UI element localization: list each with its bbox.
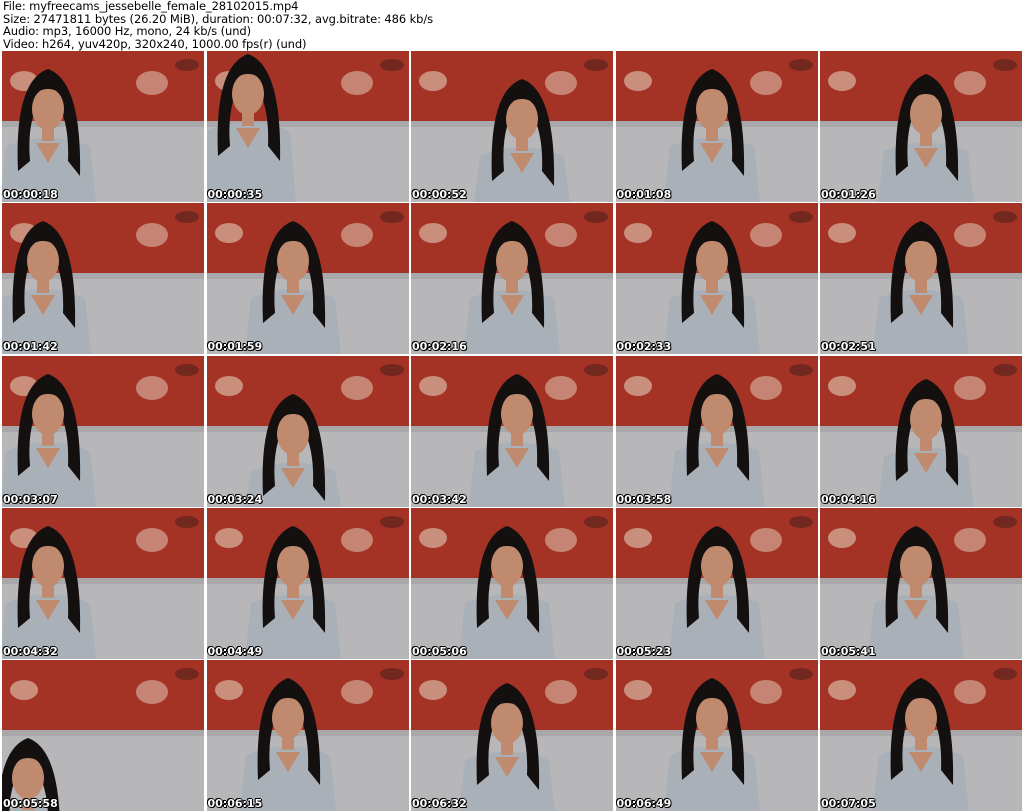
frame-image: [411, 507, 613, 659]
frame-timestamp: 00:01:26: [821, 188, 876, 201]
frame-image: [206, 507, 409, 659]
frame-timestamp: 00:01:08: [616, 188, 672, 201]
frame-image: [820, 660, 1022, 811]
frame-timestamp: 00:00:18: [3, 188, 58, 201]
frame-image: [411, 660, 613, 811]
video-frame-thumbnail: 00:05:41: [820, 507, 1022, 659]
frame-image: [2, 507, 204, 659]
video-frame-thumbnail: 00:05:06: [411, 507, 613, 659]
frame-image: [206, 660, 409, 811]
video-frame-thumbnail: 00:02:51: [820, 203, 1022, 355]
video-frame-thumbnail: 00:02:33: [615, 203, 818, 355]
frame-image: [615, 660, 818, 811]
video-frame-thumbnail: 00:01:42: [2, 203, 204, 355]
video-frame-thumbnail: 00:03:58: [615, 355, 818, 507]
video-frame-thumbnail: 00:02:16: [411, 203, 613, 355]
video-frame-thumbnail: 00:05:58: [2, 660, 204, 811]
frame-image: [206, 203, 409, 355]
frame-image: [411, 51, 613, 202]
frame-timestamp: 00:05:23: [616, 644, 672, 658]
frame-image: [820, 355, 1022, 507]
frame-timestamp: 00:06:49: [616, 797, 672, 810]
frame-timestamp: 00:03:07: [3, 492, 58, 506]
file-info-header: File: myfreecams_jessebelle_female_28102…: [3, 0, 433, 50]
video-frame-thumbnail: 00:01:59: [206, 203, 409, 355]
frame-image: [2, 51, 204, 202]
frame-image: [615, 507, 818, 659]
video-frame-thumbnail: 00:04:16: [820, 355, 1022, 507]
frame-image: [2, 355, 204, 507]
frame-timestamp: 00:05:06: [412, 644, 467, 658]
frame-timestamp: 00:01:59: [207, 340, 263, 354]
frame-timestamp: 00:03:58: [616, 492, 672, 506]
video-frame-thumbnail: 00:00:52: [411, 51, 613, 202]
frame-timestamp: 00:05:58: [3, 797, 58, 810]
video-frame-thumbnail: 00:04:49: [206, 507, 409, 659]
frame-image: [411, 203, 613, 355]
frame-timestamp: 00:04:16: [821, 492, 876, 506]
video-info-line: Video: h264, yuv420p, 320x240, 1000.00 f…: [3, 36, 307, 51]
video-frame-thumbnail: 00:00:18: [2, 51, 204, 202]
frame-image: [411, 355, 613, 507]
frame-timestamp: 00:05:41: [821, 644, 876, 658]
video-frame-thumbnail: 00:06:32: [411, 660, 613, 811]
video-frame-thumbnail: 00:00:35: [206, 51, 409, 202]
video-frame-thumbnail: 00:04:32: [2, 507, 204, 659]
video-frame-thumbnail: 00:01:08: [615, 51, 818, 202]
video-frame-thumbnail: 00:05:23: [615, 507, 818, 659]
video-frame-thumbnail: 00:03:07: [2, 355, 204, 507]
frame-image: [820, 51, 1022, 202]
file-name-line: File: myfreecams_jessebelle_female_28102…: [3, 0, 299, 13]
video-frame-thumbnail: 00:01:26: [820, 51, 1022, 202]
frame-image: [615, 203, 818, 355]
frame-timestamp: 00:03:42: [412, 492, 467, 506]
frame-image: [615, 51, 818, 202]
frame-timestamp: 00:07:05: [821, 797, 876, 810]
frame-timestamp: 00:02:33: [616, 340, 672, 354]
frame-image: [206, 51, 409, 202]
frame-timestamp: 00:02:16: [412, 340, 467, 354]
frame-image: [206, 355, 409, 507]
frame-image: [615, 355, 818, 507]
frame-timestamp: 00:06:15: [207, 797, 263, 810]
thumbnail-grid: 00:00:18 00:00:35 00:00:52 00:01:08 00:01:26…: [2, 51, 1022, 811]
frame-timestamp: 00:00:52: [412, 188, 467, 201]
video-frame-thumbnail: 00:06:49: [615, 660, 818, 811]
frame-image: [820, 203, 1022, 355]
video-frame-thumbnail: 00:06:15: [206, 660, 409, 811]
frame-timestamp: 00:00:35: [207, 188, 263, 201]
frame-timestamp: 00:02:51: [821, 340, 876, 354]
audio-info-line: Audio: mp3, 16000 Hz, mono, 24 kb/s (und…: [3, 24, 251, 39]
frame-image: [820, 507, 1022, 659]
frame-image: [2, 203, 204, 355]
frame-timestamp: 00:04:49: [207, 644, 263, 658]
frame-timestamp: 00:04:32: [3, 644, 58, 658]
video-frame-thumbnail: 00:03:42: [411, 355, 613, 507]
frame-timestamp: 00:01:42: [3, 340, 58, 354]
frame-timestamp: 00:03:24: [207, 492, 263, 506]
frame-timestamp: 00:06:32: [412, 797, 467, 810]
video-frame-thumbnail: 00:03:24: [206, 355, 409, 507]
video-frame-thumbnail: 00:07:05: [820, 660, 1022, 811]
frame-image: [2, 660, 204, 811]
